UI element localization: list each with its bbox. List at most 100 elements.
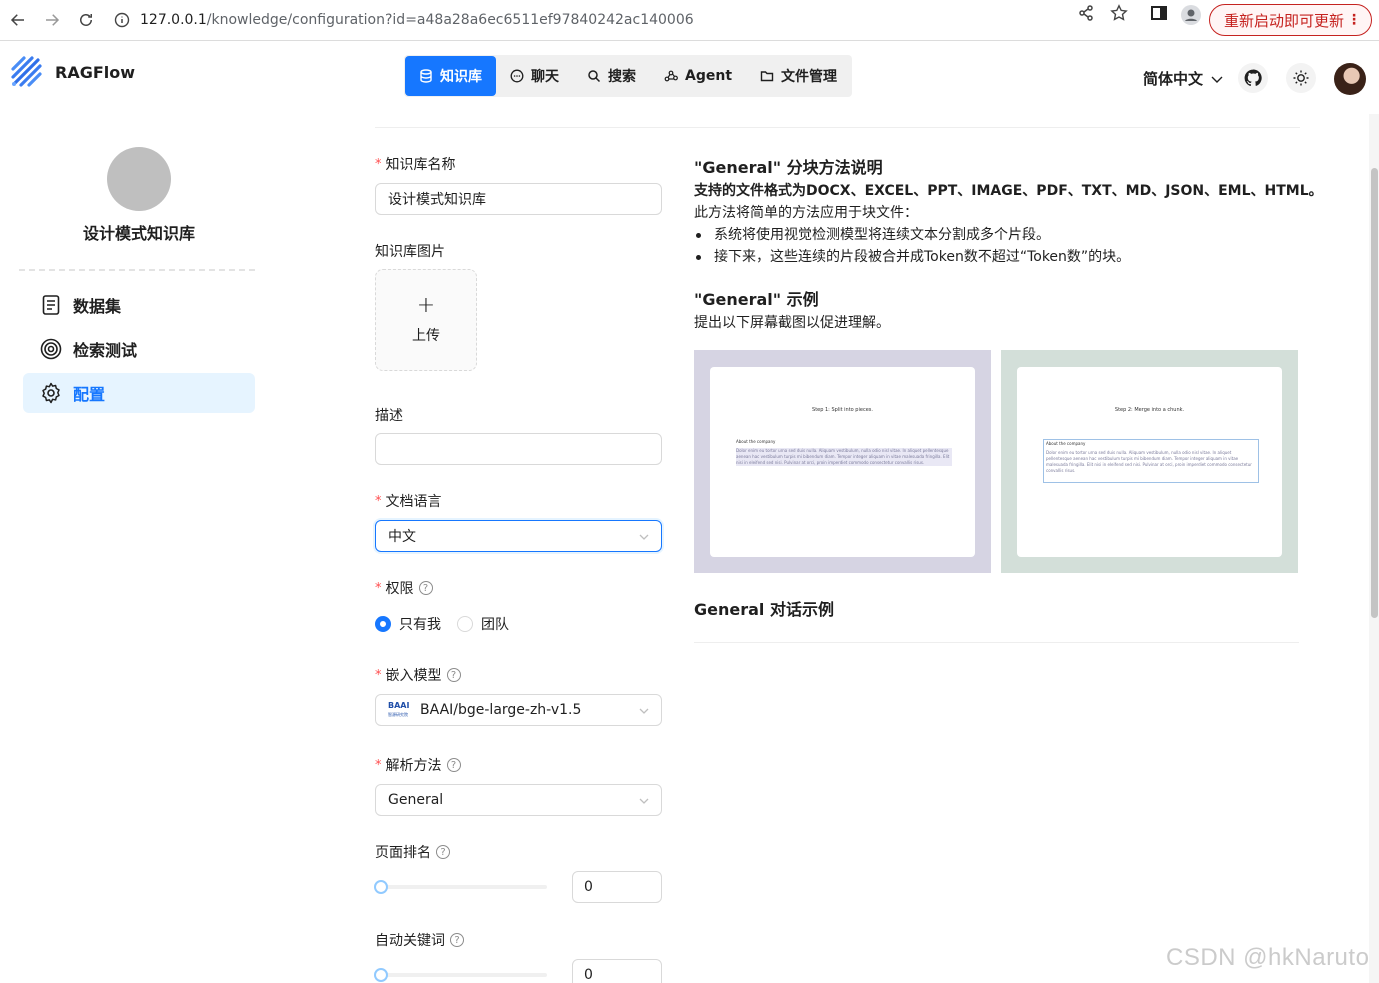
share-icon xyxy=(1079,5,1093,21)
profile-icon xyxy=(1181,5,1201,25)
example-paragraph: About the company Dolor enim eu tortor u… xyxy=(736,439,952,483)
chat-icon xyxy=(510,69,524,83)
chevron-down-icon xyxy=(639,798,649,804)
kb-name: 设计模式知识库 xyxy=(82,224,195,243)
description-input[interactable] xyxy=(375,433,662,465)
page-rank-input[interactable]: 0 xyxy=(572,871,662,903)
required-mark: * xyxy=(375,667,382,683)
radio-team[interactable] xyxy=(457,616,473,632)
required-mark: * xyxy=(375,493,382,509)
doc-language-select[interactable]: 中文 xyxy=(375,520,662,552)
star-icon xyxy=(1110,4,1128,21)
radio-only-me-label[interactable]: 只有我 xyxy=(399,614,441,634)
example-step-title: Step 2: Merge into a chunk. xyxy=(1114,407,1185,413)
page-rank-label: 页面排名? xyxy=(375,842,450,862)
kb-sidebar: 设计模式知识库 数据集 检索测试 配置 xyxy=(0,114,278,983)
main-nav: 知识库 聊天 搜索 Agent 文件管理 xyxy=(404,55,853,97)
list-item: 接下来，这些连续的片段被合并成Token数不超过“Token数”的块。 xyxy=(694,246,1130,268)
sidebar-divider xyxy=(19,269,255,271)
help-icon[interactable]: ? xyxy=(446,668,461,682)
target-icon xyxy=(40,338,62,360)
nav-knowledge-base[interactable]: 知识库 xyxy=(405,56,496,96)
example-heading: "General" 示例 xyxy=(694,290,819,309)
kb-name-input[interactable]: 设计模式知识库 xyxy=(375,183,662,215)
help-icon[interactable]: ? xyxy=(450,933,464,947)
example-card: Step 1: Split into pieces. About the com… xyxy=(710,367,975,557)
example-paragraph: About the company Dolor enim eu tortor u… xyxy=(1043,439,1259,483)
profile-button[interactable] xyxy=(1180,4,1202,26)
sidebar-item-dataset[interactable]: 数据集 xyxy=(23,285,255,325)
nav-knowledge-base-label: 知识库 xyxy=(440,69,482,85)
kb-avatar xyxy=(107,147,171,211)
gear-icon xyxy=(42,382,60,404)
chevron-down-icon xyxy=(639,708,649,714)
bookmark-button[interactable] xyxy=(1110,4,1128,22)
nav-file-manager[interactable]: 文件管理 xyxy=(746,56,851,96)
app-header: RAGFlow 知识库 聊天 搜索 Agent 文件管理 简体中文 xyxy=(0,41,1379,114)
ragflow-logo-icon xyxy=(11,56,42,87)
doc-language-label: * 文档语言 xyxy=(375,493,442,511)
auto-keywords-label: 自动关键词? xyxy=(375,930,464,950)
user-avatar[interactable] xyxy=(1334,63,1366,95)
slider-handle[interactable] xyxy=(374,968,388,982)
help-icon[interactable]: ? xyxy=(446,758,461,772)
description-label: 描述 xyxy=(375,408,403,424)
required-mark: * xyxy=(375,580,382,596)
doc-language-value: 中文 xyxy=(388,529,416,545)
address-bar[interactable]: 127.0.0.1/knowledge/configuration?id=a48… xyxy=(102,4,1142,36)
language-select[interactable]: 简体中文 xyxy=(1143,68,1223,89)
nav-search[interactable]: 搜索 xyxy=(573,56,650,96)
permission-label: * 权限? xyxy=(375,578,433,598)
nav-agent[interactable]: Agent xyxy=(650,56,746,96)
arrow-left-icon xyxy=(10,14,24,26)
embedding-model-label: * 嵌入模型? xyxy=(375,665,461,685)
auto-keywords-slider[interactable] xyxy=(374,968,547,982)
forward-button[interactable] xyxy=(36,4,68,36)
required-mark: * xyxy=(375,156,382,172)
nav-file-manager-label: 文件管理 xyxy=(781,69,838,85)
parser-label: * 解析方法? xyxy=(375,755,461,775)
nav-chat[interactable]: 聊天 xyxy=(496,56,573,96)
arrow-right-icon xyxy=(46,14,60,26)
share-button[interactable] xyxy=(1077,4,1095,22)
sidebar-item-label: 检索测试 xyxy=(73,341,138,360)
scrollbar-thumb[interactable] xyxy=(1371,168,1378,618)
help-icon[interactable]: ? xyxy=(436,845,450,859)
help-icon[interactable]: ? xyxy=(418,581,433,595)
baai-logo: BAAI 智源研究院 xyxy=(388,700,410,717)
embedding-model-select[interactable]: BAAI 智源研究院 BAAI/bge-large-zh-v1.5 xyxy=(375,694,662,726)
nav-agent-label: Agent xyxy=(685,68,733,84)
radio-only-me[interactable] xyxy=(375,616,391,632)
side-panel-icon xyxy=(1151,6,1167,20)
dialog-example-heading: General 对话示例 xyxy=(694,600,834,619)
more-menu-icon[interactable]: ⋮ xyxy=(1347,12,1361,28)
sidebar-item-label: 数据集 xyxy=(73,297,122,316)
document-icon xyxy=(42,295,60,315)
sidebar-item-label: 配置 xyxy=(73,385,106,404)
url-path: /knowledge/configuration?id=a48a28a6ec65… xyxy=(206,12,694,28)
update-button[interactable]: 重新启动即可更新 ⋮ xyxy=(1209,4,1372,36)
content-bottom-divider xyxy=(694,642,1299,643)
app-logo[interactable]: RAGFlow xyxy=(10,55,135,89)
side-panel-button[interactable] xyxy=(1150,4,1168,22)
slider-handle[interactable] xyxy=(374,880,388,894)
example-card: Step 2: Merge into a chunk. About the co… xyxy=(1017,367,1282,557)
theme-toggle-button[interactable] xyxy=(1286,63,1316,93)
list-item: 系统将使用视觉检测模型将连续文本分割成多个片段。 xyxy=(694,224,1130,246)
sidebar-item-configuration[interactable]: 配置 xyxy=(23,373,255,413)
auto-keywords-input[interactable]: 0 xyxy=(572,959,662,983)
github-button[interactable] xyxy=(1238,63,1268,93)
sidebar-item-retrieval-test[interactable]: 检索测试 xyxy=(23,329,255,369)
page-rank-slider[interactable] xyxy=(374,880,547,894)
upload-label: 上传 xyxy=(412,328,440,344)
sun-icon xyxy=(1293,70,1309,86)
embedding-model-value: BAAI/bge-large-zh-v1.5 xyxy=(420,702,582,718)
search-icon xyxy=(588,70,601,83)
parser-select[interactable]: General xyxy=(375,784,662,816)
image-upload-button[interactable]: + 上传 xyxy=(375,269,477,371)
example-step-title: Step 1: Split into pieces. xyxy=(812,407,873,413)
back-button[interactable] xyxy=(2,4,34,36)
radio-team-label[interactable]: 团队 xyxy=(481,614,509,634)
reload-button[interactable] xyxy=(70,4,102,36)
method-heading: "General" 分块方法说明 xyxy=(694,158,883,177)
